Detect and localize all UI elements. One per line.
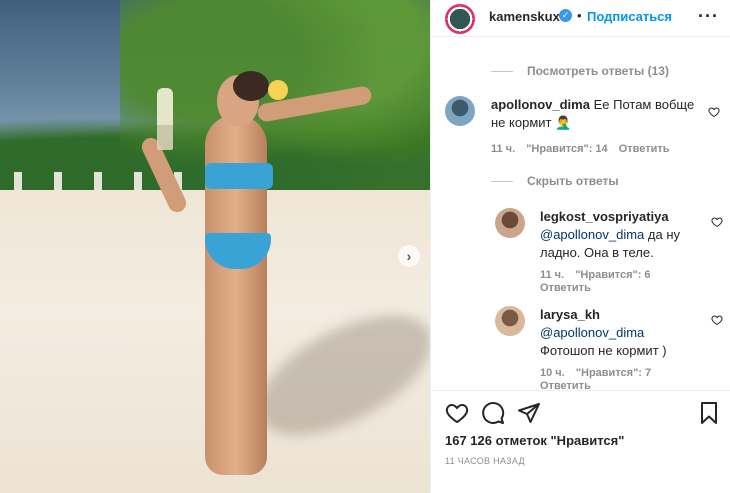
separator-dot: •: [577, 8, 582, 23]
reply-text-a: да ну: [647, 227, 680, 242]
comment-time[interactable]: 11 ч.: [491, 143, 515, 155]
author-username[interactable]: kamenskux: [489, 9, 560, 24]
share-icon[interactable]: [517, 401, 541, 425]
comment-icon[interactable]: [481, 401, 505, 425]
reply-reply-button[interactable]: Ответить: [540, 380, 591, 390]
heart-icon[interactable]: [708, 106, 720, 118]
post-sidebar: kamenskux ✓ • Подписаться ··· Посмотреть…: [430, 0, 730, 493]
reply-text-b: ладно. Она в теле.: [540, 245, 654, 260]
reply-meta: 10 ч. "Нравится": 7 Ответить: [540, 367, 690, 390]
reply-time[interactable]: 10 ч.: [540, 367, 565, 379]
post-time[interactable]: 11 часов назад: [445, 456, 525, 466]
view-replies-button[interactable]: Посмотреть ответы (13): [491, 64, 669, 78]
post-photo[interactable]: ›: [0, 0, 430, 493]
next-photo-button[interactable]: ›: [398, 245, 420, 267]
follow-button[interactable]: Подписаться: [587, 9, 672, 24]
replies-divider: [491, 70, 513, 72]
replier-avatar[interactable]: [495, 208, 525, 238]
heart-icon[interactable]: [711, 216, 723, 228]
reply: legkost_vospriyatiya @apollonov_dima да …: [495, 208, 725, 298]
reply-text: legkost_vospriyatiya @apollonov_dima да …: [540, 208, 712, 262]
reply-mention[interactable]: @apollonov_dima: [540, 227, 644, 242]
reply-time[interactable]: 11 ч.: [540, 269, 564, 281]
comment-reply-button[interactable]: Ответить: [619, 143, 670, 155]
comment-text: apollonov_dima Ее Потам вобще не кормит …: [491, 96, 705, 132]
reply-text: larysa_kh @apollonov_dima Фотошоп не кор…: [540, 306, 712, 360]
reply-username[interactable]: legkost_vospriyatiya: [540, 209, 669, 224]
reply-meta: 11 ч. "Нравится": 6 Ответить: [540, 269, 690, 295]
photo-flower: [268, 80, 288, 100]
replies-divider: [491, 180, 513, 182]
person-swimsuit-top: [205, 163, 273, 189]
author-avatar[interactable]: [445, 4, 475, 34]
post-actions: 167 126 отметок "Нравится" 11 часов наза…: [431, 390, 730, 493]
hide-replies-button[interactable]: Скрыть ответы: [491, 174, 619, 188]
reply-mention[interactable]: @apollonov_dima: [540, 325, 644, 340]
person-hair: [233, 71, 269, 101]
commenter-avatar[interactable]: [445, 96, 475, 126]
hide-replies-label: Скрыть ответы: [527, 174, 619, 188]
heart-icon[interactable]: [711, 314, 723, 326]
comment-username[interactable]: apollonov_dima: [491, 97, 590, 112]
bookmark-icon[interactable]: [697, 401, 721, 425]
post-header: kamenskux ✓ • Подписаться ···: [431, 0, 730, 37]
replier-avatar[interactable]: [495, 306, 525, 336]
chevron-right-icon: ›: [406, 248, 412, 264]
heart-icon[interactable]: [445, 401, 469, 425]
reply-reply-button[interactable]: Ответить: [540, 282, 591, 294]
more-options-icon[interactable]: ···: [698, 6, 719, 27]
photo-glass: [157, 88, 173, 150]
reply: larysa_kh @apollonov_dima Фотошоп не кор…: [495, 306, 725, 390]
comment-likes[interactable]: "Нравится": 14: [526, 143, 607, 155]
view-replies-label: Посмотреть ответы (13): [527, 64, 669, 78]
comment-meta: 11 ч. "Нравится": 14 Ответить: [491, 143, 678, 155]
reply-username[interactable]: larysa_kh: [540, 307, 600, 322]
reply-text-a: Фотошоп не кормит ): [540, 343, 667, 358]
comment-text-line2: не кормит 🤦‍♂️: [491, 115, 572, 130]
photo-person: [138, 71, 373, 485]
verified-icon: ✓: [559, 9, 572, 22]
comments-list[interactable]: Посмотреть ответы (13) apollonov_dima Ее…: [431, 38, 730, 390]
comment: apollonov_dima Ее Потам вобще не кормит …: [445, 96, 725, 186]
comment-text-line1: Ее Потам вобще: [593, 97, 695, 112]
reply-likes[interactable]: "Нравится": 7: [576, 367, 651, 379]
reply-likes[interactable]: "Нравится": 6: [575, 269, 650, 281]
likes-count[interactable]: 167 126 отметок "Нравится": [445, 433, 624, 448]
